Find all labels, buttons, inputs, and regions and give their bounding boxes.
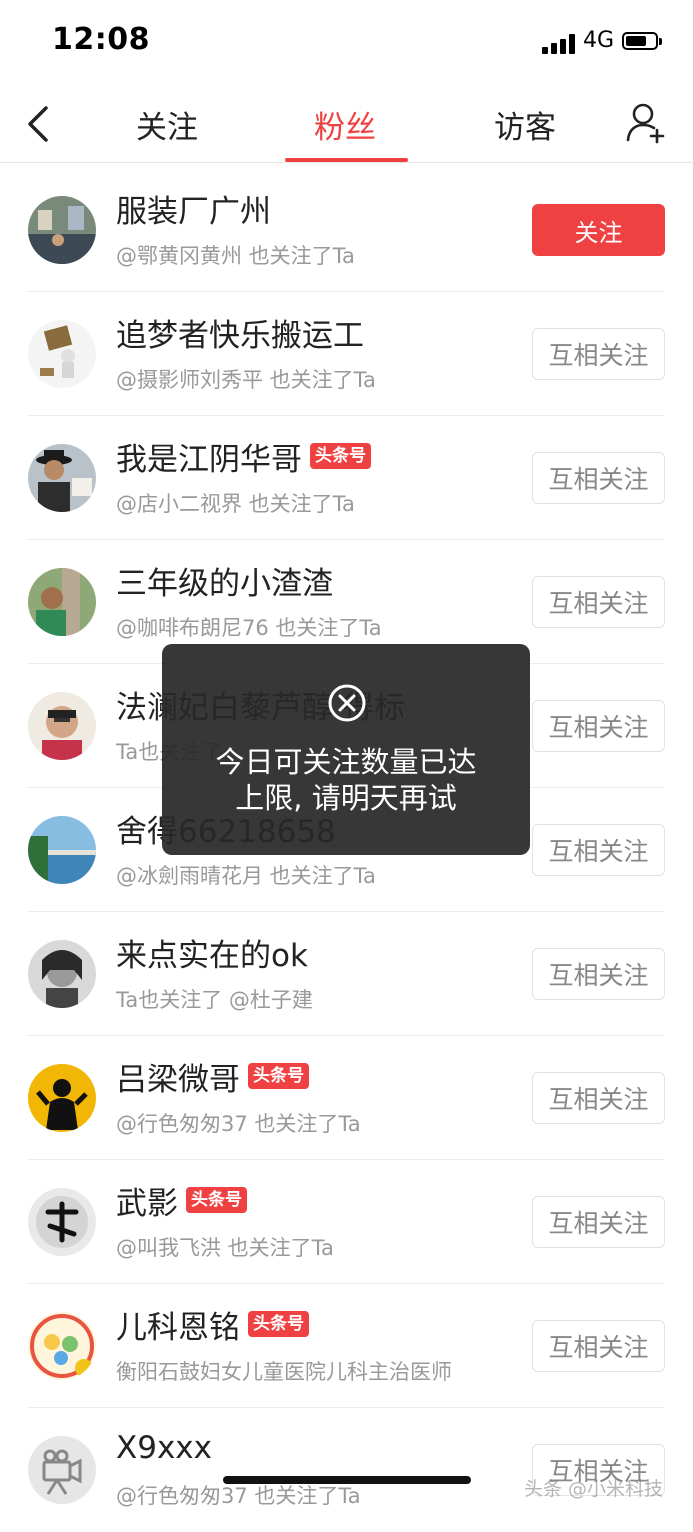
- avatar[interactable]: [28, 320, 96, 388]
- user-subtitle: @咖啡布朗尼76 也关注了Ta: [116, 616, 382, 640]
- user-name[interactable]: 儿科恩铭: [116, 1302, 240, 1347]
- user-subtitle: @店小二视界 也关注了Ta: [116, 492, 355, 516]
- add-user-button[interactable]: [626, 102, 666, 144]
- nav-header: 关注 粉丝 访客: [0, 88, 693, 163]
- active-tab-indicator: [285, 158, 408, 162]
- avatar[interactable]: [28, 1188, 96, 1256]
- user-subtitle: @冰劍雨晴花月 也关注了Ta: [116, 864, 376, 888]
- signal-icon: [542, 34, 576, 54]
- mutual-follow-button[interactable]: 互相关注: [532, 328, 665, 380]
- list-item[interactable]: 吕梁微哥 头条号 @行色匆匆37 也关注了Ta 互相关注: [0, 1036, 693, 1160]
- list-item[interactable]: 来点实在的ok Ta也关注了 @杜子建 互相关注: [0, 912, 693, 1036]
- close-circle-icon: [328, 684, 366, 722]
- tab-fans[interactable]: 粉丝: [314, 102, 376, 147]
- avatar[interactable]: [28, 940, 96, 1008]
- list-item[interactable]: 我是江阴华哥 头条号 @店小二视界 也关注了Ta 互相关注: [0, 416, 693, 540]
- tab-visitors[interactable]: 访客: [494, 102, 556, 147]
- mutual-follow-button[interactable]: 互相关注: [532, 1196, 665, 1248]
- network-label: 4G: [583, 28, 615, 53]
- mutual-follow-button[interactable]: 互相关注: [532, 948, 665, 1000]
- chevron-left-icon: [28, 106, 48, 142]
- toast-line-1: 今日可关注数量已达: [215, 745, 477, 779]
- mutual-follow-button[interactable]: 互相关注: [532, 576, 665, 628]
- toast-message: 今日可关注数量已达 上限, 请明天再试: [162, 744, 530, 816]
- add-user-icon: [626, 103, 665, 144]
- list-item[interactable]: 追梦者快乐搬运工 @摄影师刘秀平 也关注了Ta 互相关注: [0, 292, 693, 416]
- avatar[interactable]: [28, 1064, 96, 1132]
- avatar[interactable]: [28, 444, 96, 512]
- list-item[interactable]: 服装厂广州 @鄂黄冈黄州 也关注了Ta 关注: [0, 168, 693, 292]
- list-item[interactable]: 武影 头条号 @叫我飞洪 也关注了Ta 互相关注: [0, 1160, 693, 1284]
- avatar[interactable]: [28, 196, 96, 264]
- user-name[interactable]: 吕梁微哥: [116, 1054, 240, 1099]
- toutiao-badge: 头条号: [310, 443, 371, 469]
- user-subtitle: @鄂黄冈黄州 也关注了Ta: [116, 244, 355, 268]
- follow-button[interactable]: 关注: [532, 204, 665, 256]
- avatar[interactable]: [28, 816, 96, 884]
- avatar[interactable]: [28, 568, 96, 636]
- home-indicator[interactable]: [223, 1476, 471, 1484]
- user-subtitle: 衡阳石鼓妇女儿童医院儿科主治医师: [116, 1360, 452, 1384]
- back-button[interactable]: [20, 102, 60, 146]
- user-subtitle: @行色匆匆37 也关注了Ta: [116, 1484, 361, 1508]
- user-subtitle: @叫我飞洪 也关注了Ta: [116, 1236, 334, 1260]
- mutual-follow-button[interactable]: 互相关注: [532, 1320, 665, 1372]
- toutiao-badge: 头条号: [186, 1187, 247, 1213]
- user-name[interactable]: 服装厂广州: [116, 186, 271, 231]
- avatar[interactable]: [28, 1436, 96, 1504]
- list-item[interactable]: X9xxx @行色匆匆37 也关注了Ta 互相关注: [0, 1408, 693, 1532]
- avatar[interactable]: [28, 692, 96, 760]
- tab-following[interactable]: 关注: [136, 102, 198, 147]
- user-name[interactable]: 三年级的小渣渣: [116, 558, 333, 603]
- user-name[interactable]: X9xxx: [116, 1430, 212, 1466]
- list-item[interactable]: 儿科恩铭 头条号 衡阳石鼓妇女儿童医院儿科主治医师 互相关注: [0, 1284, 693, 1408]
- toutiao-badge: 头条号: [248, 1311, 309, 1337]
- avatar[interactable]: [28, 1312, 96, 1380]
- battery-icon: [622, 32, 662, 50]
- mutual-follow-button[interactable]: 互相关注: [532, 824, 665, 876]
- mutual-follow-button[interactable]: 互相关注: [532, 452, 665, 504]
- user-subtitle: Ta也关注了 @杜子建: [116, 988, 313, 1012]
- user-name[interactable]: 来点实在的ok: [116, 930, 308, 975]
- status-time: 12:08: [52, 22, 150, 57]
- watermark: 头条 @小米科技: [524, 1478, 664, 1500]
- toast-line-2: 上限, 请明天再试: [235, 781, 457, 815]
- user-name[interactable]: 我是江阴华哥: [116, 434, 302, 479]
- user-subtitle: @摄影师刘秀平 也关注了Ta: [116, 368, 376, 392]
- mutual-follow-button[interactable]: 互相关注: [532, 1072, 665, 1124]
- user-name[interactable]: 追梦者快乐搬运工: [116, 310, 364, 355]
- mutual-follow-button[interactable]: 互相关注: [532, 700, 665, 752]
- toutiao-badge: 头条号: [248, 1063, 309, 1089]
- user-name[interactable]: 武影: [116, 1178, 178, 1223]
- status-bar: 12:08 4G: [0, 0, 693, 88]
- user-subtitle: @行色匆匆37 也关注了Ta: [116, 1112, 361, 1136]
